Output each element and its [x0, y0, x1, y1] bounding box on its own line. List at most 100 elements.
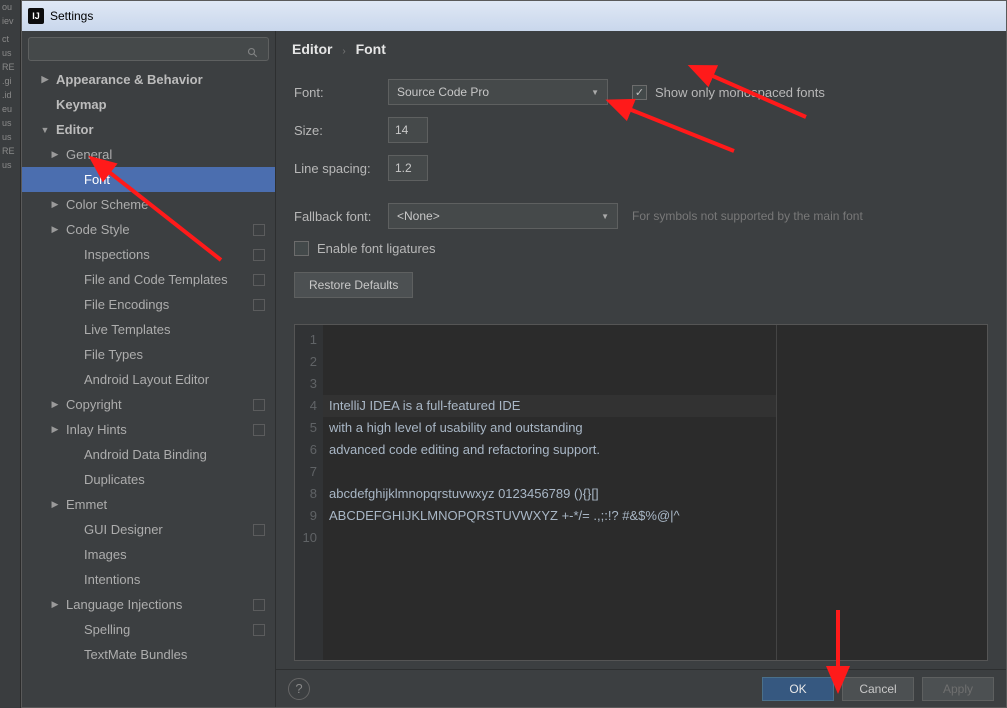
- tree-label: File Types: [84, 347, 143, 362]
- tree-label: Live Templates: [84, 322, 170, 337]
- tree-label: File and Code Templates: [84, 272, 228, 287]
- titlebar[interactable]: IJ Settings: [22, 1, 1006, 31]
- chevron-right-icon: ›: [342, 46, 345, 57]
- tree-label: Emmet: [66, 497, 107, 512]
- tree-node[interactable]: ▶ Color Scheme: [22, 192, 275, 217]
- tree-label: Code Style: [66, 222, 130, 237]
- tree-label: Editor: [56, 122, 94, 137]
- fallback-hint: For symbols not supported by the main fo…: [632, 209, 863, 223]
- tree-node[interactable]: ▶ Inlay Hints: [22, 417, 275, 442]
- spacing-label: Line spacing:: [294, 161, 388, 176]
- restore-defaults-button[interactable]: Restore Defaults: [294, 272, 413, 298]
- checkbox-unchecked-icon[interactable]: [294, 241, 309, 256]
- checkbox-checked-icon[interactable]: ✓: [632, 85, 647, 100]
- chevron-right-icon: ▶: [50, 149, 60, 160]
- chevron-down-icon: ▼: [40, 125, 50, 135]
- chevron-down-icon: ▼: [591, 88, 599, 97]
- fallback-value: <None>: [397, 209, 440, 223]
- tree-node[interactable]: ▶File and Code Templates: [22, 267, 275, 292]
- help-button[interactable]: ?: [288, 678, 310, 700]
- cancel-button[interactable]: Cancel: [842, 677, 914, 701]
- tree-node[interactable]: ▶Duplicates: [22, 467, 275, 492]
- tree-label: Intentions: [84, 572, 140, 587]
- tree-node[interactable]: ▶Images: [22, 542, 275, 567]
- tree-node[interactable]: ▶ Copyright: [22, 392, 275, 417]
- scheme-override-icon: [253, 299, 265, 311]
- ligatures-checkbox-row[interactable]: Enable font ligatures: [294, 241, 436, 256]
- tree-node[interactable]: ▶ Language Injections: [22, 592, 275, 617]
- scheme-override-icon: [253, 424, 265, 436]
- tree-node[interactable]: ▶Keymap: [22, 92, 275, 117]
- chevron-right-icon: ▶: [50, 199, 60, 210]
- tree-node[interactable]: ▶Intentions: [22, 567, 275, 592]
- chevron-right-icon: ▶: [50, 224, 60, 235]
- preview-code[interactable]: IntelliJ IDEA is a full-featured IDEwith…: [323, 325, 777, 660]
- scheme-override-icon: [253, 399, 265, 411]
- fallback-label: Fallback font:: [294, 209, 388, 224]
- monospaced-label: Show only monospaced fonts: [655, 85, 825, 100]
- tree-node[interactable]: ▶GUI Designer: [22, 517, 275, 542]
- tree-node[interactable]: ▶TextMate Bundles: [22, 642, 275, 667]
- tree-label: Inspections: [84, 247, 150, 262]
- scheme-override-icon: [253, 624, 265, 636]
- tree-node[interactable]: ▶Spelling: [22, 617, 275, 642]
- settings-tree[interactable]: ▶Appearance & Behavior▶Keymap▼Editor▶Gen…: [22, 67, 275, 707]
- chevron-right-icon: ▶: [50, 424, 60, 435]
- scheme-override-icon: [253, 274, 265, 286]
- tree-label: General: [66, 147, 112, 162]
- chevron-right-icon: ▶: [50, 499, 60, 510]
- scheme-override-icon: [253, 249, 265, 261]
- ide-background-strip: ouievctusRE.gi.ideuususREus: [0, 0, 21, 708]
- spacing-input[interactable]: [388, 155, 428, 181]
- tree-node[interactable]: ▶ Appearance & Behavior: [22, 67, 275, 92]
- tree-label: Spelling: [84, 622, 130, 637]
- size-label: Size:: [294, 123, 388, 138]
- tree-node[interactable]: ▶File Encodings: [22, 292, 275, 317]
- font-combo[interactable]: Source Code Pro ▼: [388, 79, 608, 105]
- fallback-combo[interactable]: <None> ▼: [388, 203, 618, 229]
- chevron-down-icon: ▼: [601, 212, 609, 221]
- chevron-right-icon: ▶: [50, 599, 60, 610]
- settings-dialog: IJ Settings ▶Appearance & Behavior▶Keyma…: [21, 0, 1007, 708]
- tree-node[interactable]: ▶Live Templates: [22, 317, 275, 342]
- font-value: Source Code Pro: [397, 85, 489, 99]
- app-icon: IJ: [28, 8, 44, 24]
- chevron-right-icon: ▶: [50, 399, 60, 410]
- tree-label: Android Data Binding: [84, 447, 207, 462]
- tree-node[interactable]: ▼ Editor: [22, 117, 275, 142]
- tree-label: Font: [84, 172, 110, 187]
- tree-node[interactable]: ▶ General: [22, 142, 275, 167]
- tree-node[interactable]: ▶File Types: [22, 342, 275, 367]
- tree-label: Copyright: [66, 397, 122, 412]
- breadcrumb-leaf: Font: [356, 41, 386, 57]
- tree-node[interactable]: ▶Inspections: [22, 242, 275, 267]
- tree-node[interactable]: ▶ Emmet: [22, 492, 275, 517]
- tree-label: Appearance & Behavior: [56, 72, 203, 87]
- monospaced-checkbox-row[interactable]: ✓ Show only monospaced fonts: [632, 85, 825, 100]
- gutter: 12345678910: [295, 325, 323, 660]
- tree-node[interactable]: ▶Font: [22, 167, 275, 192]
- tree-label: Duplicates: [84, 472, 145, 487]
- tree-node[interactable]: ▶Android Data Binding: [22, 442, 275, 467]
- ok-button[interactable]: OK: [762, 677, 834, 701]
- tree-node[interactable]: ▶ Code Style: [22, 217, 275, 242]
- tree-label: Language Injections: [66, 597, 182, 612]
- tree-label: Images: [84, 547, 127, 562]
- scheme-override-icon: [253, 224, 265, 236]
- breadcrumb: Editor › Font: [276, 31, 1006, 65]
- apply-button[interactable]: Apply: [922, 677, 994, 701]
- breadcrumb-root[interactable]: Editor: [292, 41, 332, 57]
- search-input[interactable]: [28, 37, 269, 61]
- size-input[interactable]: [388, 117, 428, 143]
- chevron-right-icon: ▶: [40, 74, 50, 85]
- tree-node[interactable]: ▶Android Layout Editor: [22, 367, 275, 392]
- tree-label: Color Scheme: [66, 197, 148, 212]
- tree-label: File Encodings: [84, 297, 169, 312]
- tree-label: Inlay Hints: [66, 422, 127, 437]
- font-label: Font:: [294, 85, 388, 100]
- scheme-override-icon: [253, 599, 265, 611]
- tree-label: GUI Designer: [84, 522, 163, 537]
- scheme-override-icon: [253, 524, 265, 536]
- window-title: Settings: [50, 9, 93, 23]
- tree-label: Keymap: [56, 97, 107, 112]
